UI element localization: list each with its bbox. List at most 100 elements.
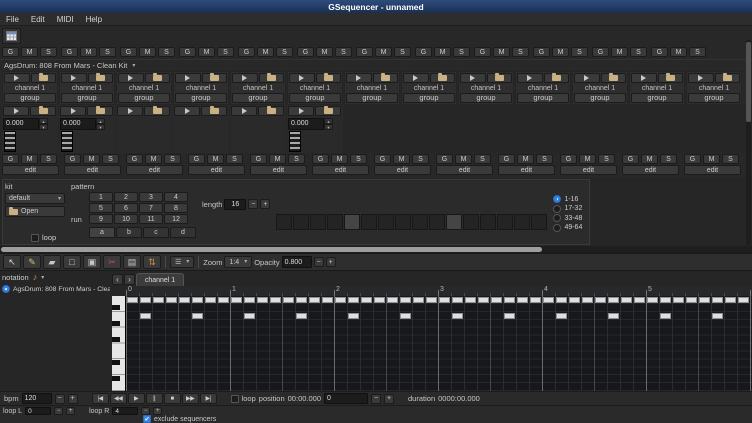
pattern-bank-12[interactable]: 12 bbox=[164, 214, 188, 224]
note-block[interactable] bbox=[361, 297, 372, 303]
pattern-bank-9[interactable]: 9 bbox=[89, 214, 113, 224]
output-m-button[interactable]: M bbox=[198, 47, 215, 57]
pattern-tab-c[interactable]: c bbox=[143, 227, 169, 238]
input-s-button[interactable]: S bbox=[660, 154, 677, 164]
pad-play-button[interactable] bbox=[175, 73, 201, 83]
input-m-button[interactable]: M bbox=[393, 154, 410, 164]
pad-group-button[interactable]: group bbox=[460, 93, 512, 103]
input-g-button[interactable]: G bbox=[498, 154, 515, 164]
pattern-cell[interactable] bbox=[361, 214, 377, 230]
pad-play-button[interactable] bbox=[4, 73, 30, 83]
pattern-cell[interactable] bbox=[412, 214, 428, 230]
menu-file[interactable]: File bbox=[0, 13, 25, 25]
input-m-button[interactable]: M bbox=[207, 154, 224, 164]
edit-button[interactable]: edit bbox=[64, 165, 121, 175]
edit-button[interactable]: edit bbox=[126, 165, 183, 175]
position-minus-button[interactable]: − bbox=[371, 394, 381, 404]
position-plus-button[interactable]: + bbox=[384, 394, 394, 404]
loop-right-minus-button[interactable]: − bbox=[141, 407, 150, 415]
pattern-tab-a[interactable]: a bbox=[89, 227, 115, 238]
volume-fader[interactable] bbox=[4, 131, 16, 152]
output-m-button[interactable]: M bbox=[375, 47, 392, 57]
pad-group-button[interactable]: group bbox=[61, 93, 113, 103]
pad-group-button[interactable]: group bbox=[517, 93, 569, 103]
edit-button[interactable]: edit bbox=[498, 165, 555, 175]
note-block[interactable] bbox=[296, 313, 307, 319]
bpm-minus-button[interactable]: − bbox=[55, 394, 65, 404]
pattern-cell[interactable] bbox=[531, 214, 547, 230]
input-g-button[interactable]: G bbox=[312, 154, 329, 164]
note-block[interactable] bbox=[478, 297, 489, 303]
fast-forward-button[interactable]: ▶▶ bbox=[182, 393, 199, 404]
output-g-button[interactable]: G bbox=[651, 47, 668, 57]
machines-vertical-scrollbar[interactable] bbox=[746, 40, 751, 245]
note-block[interactable] bbox=[192, 313, 203, 319]
note-block[interactable] bbox=[270, 297, 281, 303]
bank-option[interactable]: 49-64 bbox=[553, 224, 582, 232]
jump-to-start-button[interactable]: |◀ bbox=[92, 393, 109, 404]
pad-open-button[interactable] bbox=[145, 73, 171, 83]
note-block[interactable] bbox=[738, 297, 749, 303]
output-s-button[interactable]: S bbox=[571, 47, 588, 57]
pad-group-button[interactable]: group bbox=[175, 93, 227, 103]
note-block[interactable] bbox=[153, 297, 164, 303]
pattern-cell[interactable] bbox=[276, 214, 292, 230]
note-block[interactable] bbox=[400, 313, 411, 319]
output-s-button[interactable]: S bbox=[394, 47, 411, 57]
volume-fader[interactable] bbox=[61, 131, 73, 152]
note-block[interactable] bbox=[127, 297, 138, 303]
input-s-button[interactable]: S bbox=[226, 154, 243, 164]
pattern-cell[interactable] bbox=[310, 214, 326, 230]
note-block[interactable] bbox=[244, 313, 255, 319]
pattern-cell[interactable] bbox=[497, 214, 513, 230]
tools-menu-combo[interactable]: ☰ ▾ bbox=[170, 256, 194, 268]
note-block[interactable] bbox=[725, 297, 736, 303]
kit-combo[interactable]: default ▾ bbox=[5, 193, 65, 204]
paste-button[interactable]: ▤ bbox=[123, 255, 141, 269]
input-s-button[interactable]: S bbox=[412, 154, 429, 164]
pause-button[interactable]: ∥ bbox=[146, 393, 163, 404]
note-block[interactable] bbox=[348, 313, 359, 319]
pattern-bank-2[interactable]: 2 bbox=[114, 192, 138, 202]
note-block[interactable] bbox=[439, 297, 450, 303]
output-s-button[interactable]: S bbox=[689, 47, 706, 57]
input-open-button[interactable] bbox=[315, 106, 341, 116]
pad-play-button[interactable] bbox=[517, 73, 543, 83]
edit-button[interactable]: edit bbox=[188, 165, 245, 175]
position-cursor-button[interactable]: ↖ bbox=[3, 255, 21, 269]
pad-play-button[interactable] bbox=[289, 73, 315, 83]
pattern-bank-1[interactable]: 1 bbox=[89, 192, 113, 202]
output-g-button[interactable]: G bbox=[2, 47, 19, 57]
machines-horizontal-scrollbar[interactable] bbox=[0, 246, 752, 253]
input-play-button[interactable] bbox=[117, 106, 143, 116]
scrollbar-handle[interactable] bbox=[1, 247, 542, 252]
note-block[interactable] bbox=[673, 297, 684, 303]
spin-down-icon[interactable]: ▾ bbox=[39, 124, 48, 130]
loop-left-plus-button[interactable]: + bbox=[66, 407, 75, 415]
machine-title[interactable]: AgsDrum: 808 From Mars - Clean Kit bbox=[4, 61, 127, 70]
tab-prev-button[interactable]: ‹ bbox=[112, 274, 123, 285]
pattern-cell[interactable] bbox=[429, 214, 445, 230]
input-open-button[interactable] bbox=[87, 106, 113, 116]
input-m-button[interactable]: M bbox=[517, 154, 534, 164]
pad-open-button[interactable] bbox=[487, 73, 513, 83]
note-block[interactable] bbox=[257, 297, 268, 303]
output-s-button[interactable]: S bbox=[99, 47, 116, 57]
note-block[interactable] bbox=[218, 297, 229, 303]
menu-midi[interactable]: MIDI bbox=[51, 13, 80, 25]
pad-open-button[interactable] bbox=[658, 73, 684, 83]
piano-black-key[interactable] bbox=[112, 337, 120, 342]
input-open-button[interactable] bbox=[201, 106, 227, 116]
note-block[interactable] bbox=[348, 297, 359, 303]
pattern-cell[interactable] bbox=[514, 214, 530, 230]
input-play-button[interactable] bbox=[60, 106, 86, 116]
clear-eraser-button[interactable]: ▰ bbox=[43, 255, 61, 269]
input-play-button[interactable] bbox=[174, 106, 200, 116]
output-m-button[interactable]: M bbox=[257, 47, 274, 57]
output-m-button[interactable]: M bbox=[139, 47, 156, 57]
pad-group-button[interactable]: group bbox=[574, 93, 626, 103]
output-g-button[interactable]: G bbox=[120, 47, 137, 57]
output-s-button[interactable]: S bbox=[276, 47, 293, 57]
transport-loop-checkbox[interactable]: loop bbox=[231, 394, 256, 403]
input-g-button[interactable]: G bbox=[684, 154, 701, 164]
